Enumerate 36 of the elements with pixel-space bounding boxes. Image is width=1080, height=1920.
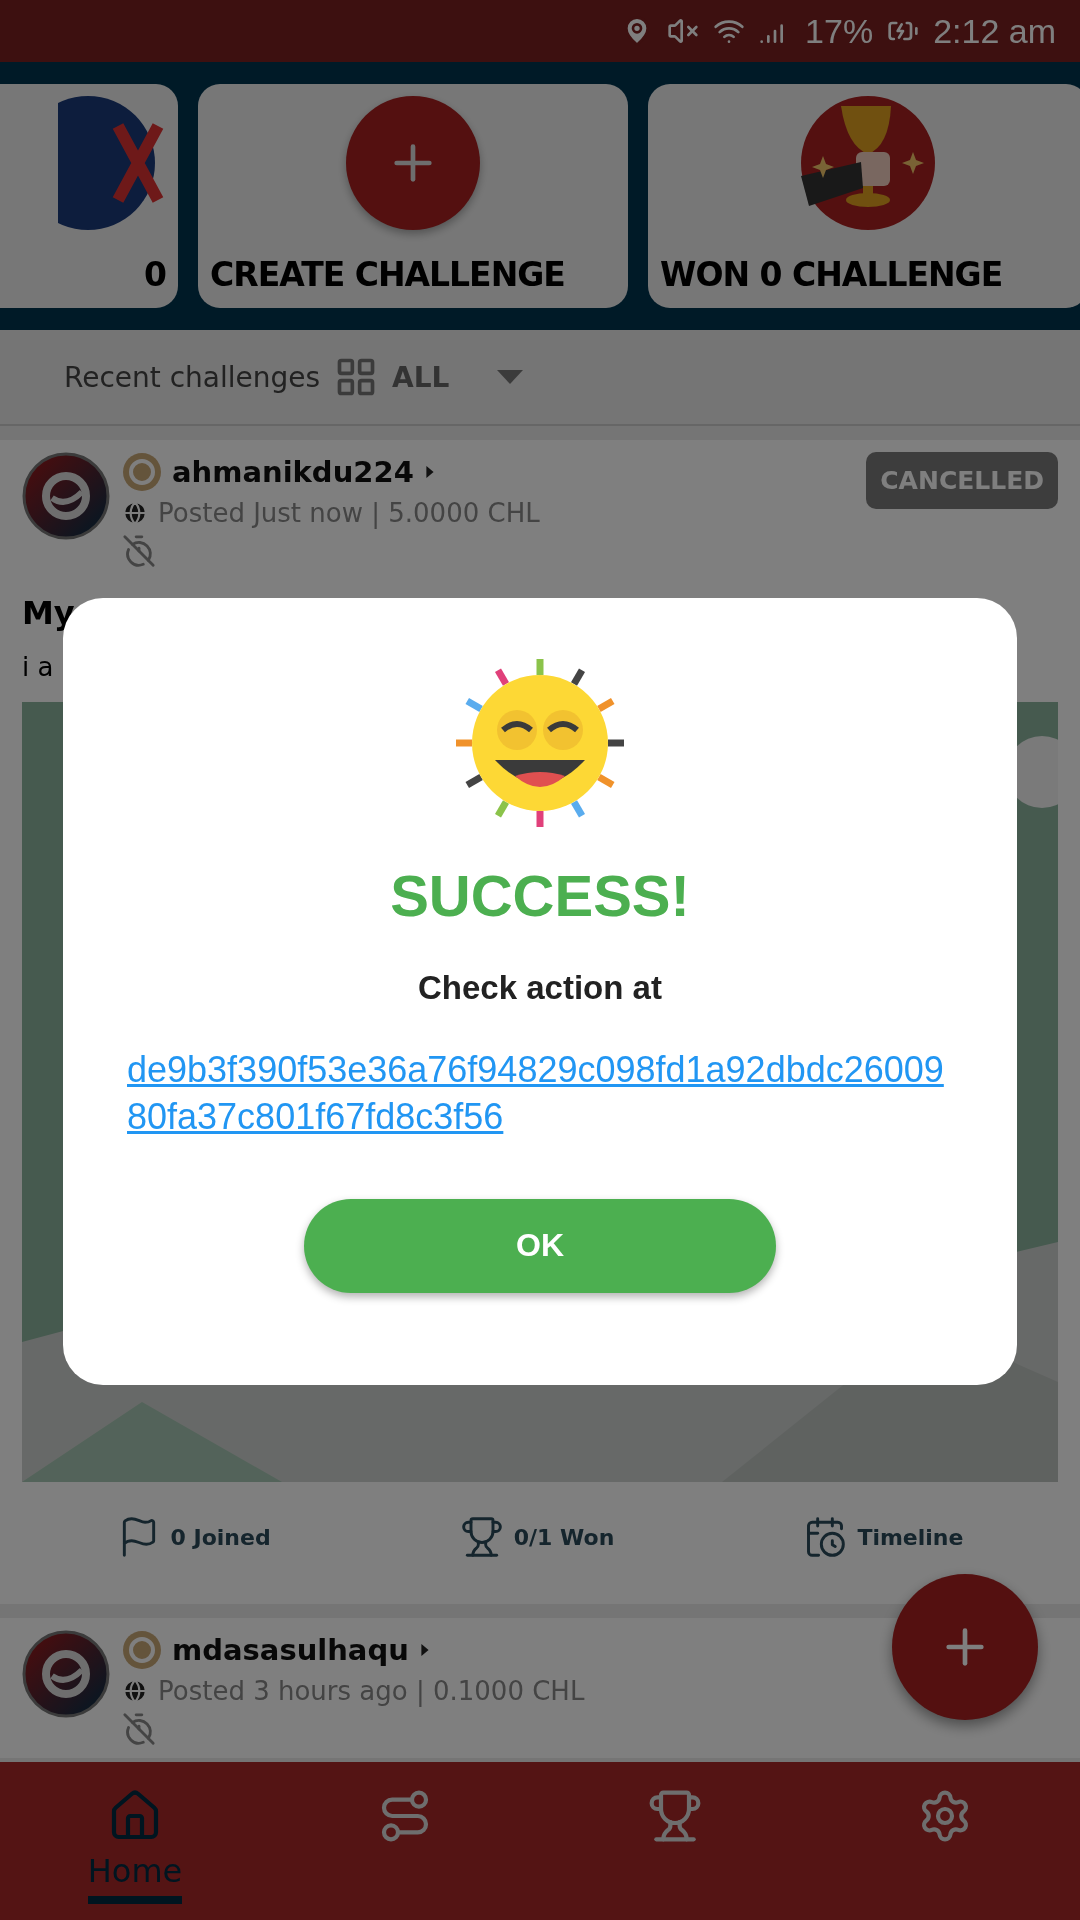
- timer-off-icon: [122, 534, 156, 568]
- nav-label: Home: [87, 1852, 183, 1904]
- trophy-icon: [459, 1515, 504, 1559]
- coin-icon: [122, 1630, 162, 1670]
- filter-value[interactable]: ALL: [392, 360, 450, 394]
- action-label[interactable]: 0/1 Won: [513, 1524, 615, 1550]
- section-title: Recent challenges: [64, 360, 321, 394]
- caret-icon: [423, 466, 436, 478]
- post-title: My: [22, 594, 76, 632]
- ok-button[interactable]: OK: [304, 1198, 776, 1293]
- card-label: WON 0 CHALLENGE: [660, 255, 1003, 294]
- card-label: CREATE CHALLENGE: [210, 255, 565, 294]
- post-meta: Posted Just now | 5.0000 CHL: [158, 498, 540, 528]
- trophy-icon: [647, 1788, 703, 1844]
- card-label: 0: [144, 255, 166, 294]
- summary-card[interactable]: 0: [0, 84, 178, 308]
- summary-card[interactable]: WON 0 CHALLENGE: [648, 84, 1080, 308]
- globe-icon: [122, 1678, 148, 1704]
- coin-icon: [122, 452, 162, 492]
- summary-card[interactable]: CREATE CHALLENGE: [198, 84, 628, 308]
- post-text: i a: [22, 652, 55, 682]
- battery-percent: 17%: [805, 11, 874, 51]
- dropdown-caret-icon[interactable]: [497, 370, 524, 384]
- action-label[interactable]: 0 Joined: [170, 1524, 271, 1550]
- status-badge: CANCELLED: [866, 452, 1058, 509]
- globe-icon: [122, 500, 148, 526]
- timer-off-icon: [122, 1712, 156, 1746]
- action-label[interactable]: Timeline: [857, 1524, 964, 1550]
- username[interactable]: mdasasulhaqu: [172, 1633, 409, 1667]
- transaction-link[interactable]: de9b3f390f53e36a76f94829c098fd1a92dbdc2600980fa37c801f67fd8c3f56: [127, 1047, 953, 1141]
- clock: 2:12 am: [933, 11, 1056, 51]
- caret-icon: [418, 1644, 431, 1656]
- username[interactable]: ahmanikdu224: [172, 455, 414, 489]
- dialog-message: Check action at: [418, 969, 662, 1007]
- dialog-title: SUCCESS!: [390, 862, 690, 929]
- post-meta: Posted 3 hours ago | 0.1000 CHL: [158, 1676, 585, 1706]
